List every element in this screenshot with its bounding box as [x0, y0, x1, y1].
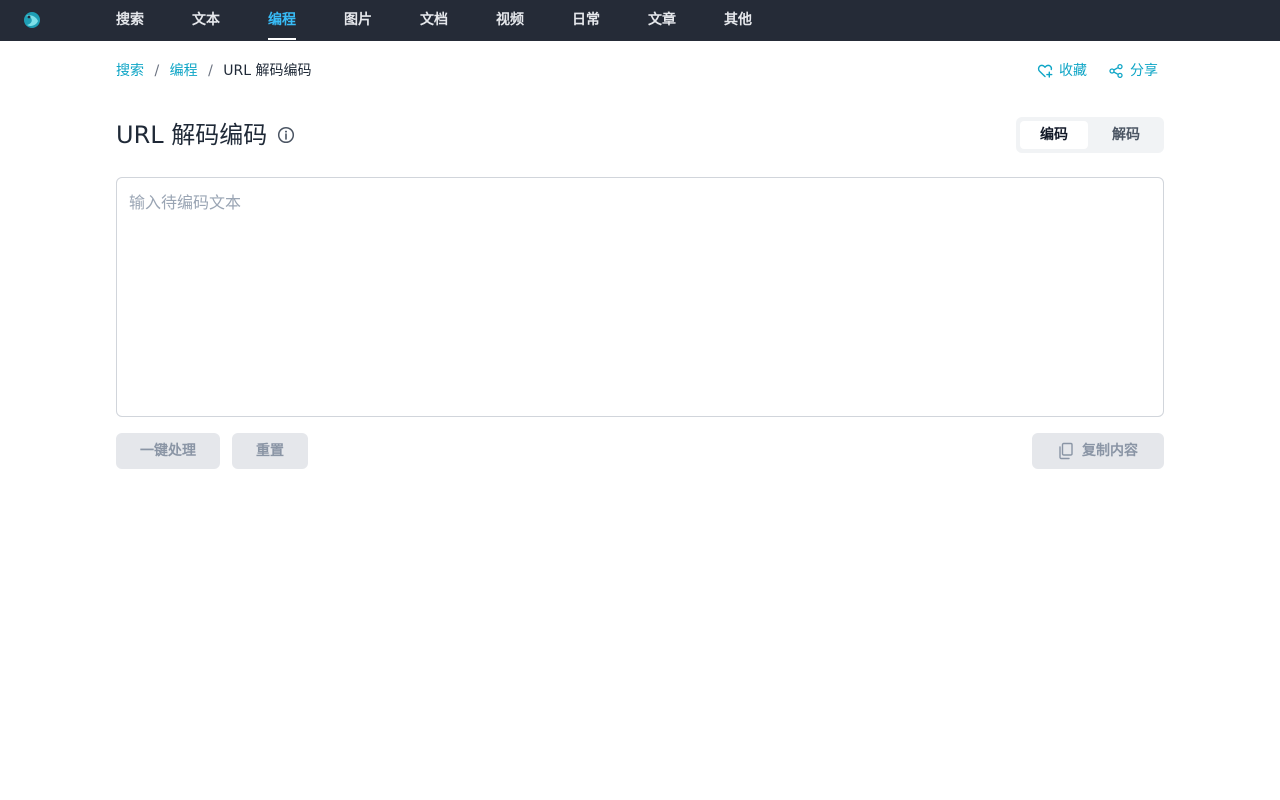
breadcrumb-item-search[interactable]: 搜索 — [116, 63, 144, 79]
mode-switch: 编码 解码 — [1016, 117, 1164, 153]
breadcrumb-current: URL 解码编码 — [223, 63, 312, 79]
page-title: URL 解码编码 — [116, 121, 268, 149]
nav-item-label: 编程 — [268, 12, 296, 28]
nav-item-other[interactable]: 其他 — [724, 0, 752, 41]
breadcrumb: 搜索 / 编程 / URL 解码编码 — [116, 62, 311, 80]
breadcrumb-separator: / — [154, 63, 160, 79]
app-logo-icon[interactable] — [22, 10, 42, 30]
input-textarea[interactable] — [116, 177, 1164, 417]
info-icon[interactable] — [277, 126, 295, 144]
share-icon — [1109, 63, 1123, 79]
nav-item-images[interactable]: 图片 — [344, 0, 372, 41]
favorite-button[interactable]: 收藏 — [1037, 62, 1087, 80]
nav-item-articles[interactable]: 文章 — [648, 0, 676, 41]
nav-item-search[interactable]: 搜索 — [116, 0, 144, 41]
copy-label: 复制内容 — [1082, 443, 1138, 459]
breadcrumb-separator: / — [208, 63, 213, 79]
process-button[interactable]: 一键处理 — [116, 433, 220, 469]
nav-item-video[interactable]: 视频 — [496, 0, 524, 41]
reset-button[interactable]: 重置 — [232, 433, 308, 469]
favorite-label: 收藏 — [1059, 63, 1087, 79]
nav-item-programming[interactable]: 编程 — [268, 0, 296, 41]
encode-tab[interactable]: 编码 — [1020, 121, 1088, 149]
nav-item-text[interactable]: 文本 — [192, 0, 220, 41]
top-navigation-bar: 搜索 文本 编程 图片 文档 视频 日常 文章 其他 — [0, 0, 1280, 41]
share-label: 分享 — [1130, 63, 1158, 79]
breadcrumb-item-programming[interactable]: 编程 — [170, 63, 198, 79]
share-button[interactable]: 分享 — [1108, 62, 1158, 80]
nav-item-documents[interactable]: 文档 — [420, 0, 448, 41]
decode-tab[interactable]: 解码 — [1092, 121, 1160, 149]
copy-button[interactable]: 复制内容 — [1032, 433, 1164, 469]
copy-icon — [1059, 442, 1073, 460]
nav-active-indicator — [268, 38, 296, 40]
heart-plus-icon — [1037, 64, 1053, 78]
nav-item-daily[interactable]: 日常 — [572, 0, 600, 41]
